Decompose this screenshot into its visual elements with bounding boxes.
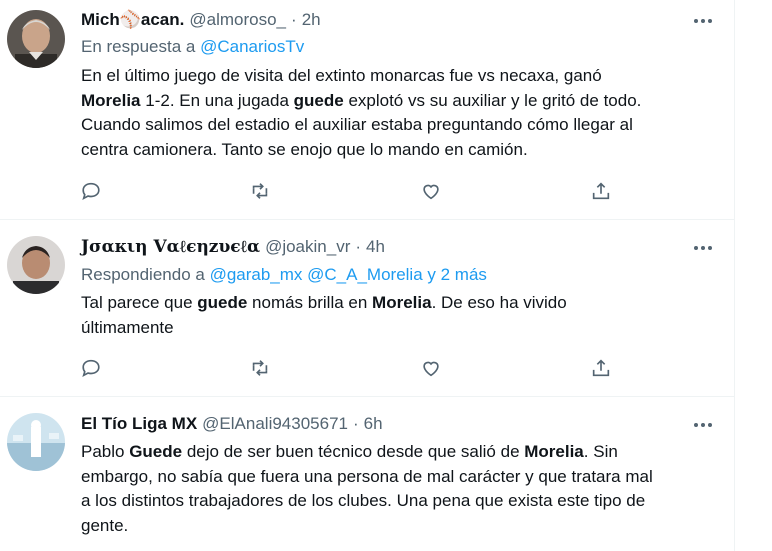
more-icon[interactable]	[690, 11, 716, 31]
tweet[interactable]: El Tío Liga MX @ElAnali94305671 · 6h Pab…	[0, 397, 734, 551]
text-fragment: explotó vs su auxiliar y le gritó de tod…	[343, 90, 642, 110]
text-line: Cuando salimos del estadio el auxiliar e…	[81, 115, 633, 134]
text-line: Tal parece que guede nomás brilla en Mor…	[81, 291, 721, 316]
text-fragment: Tal parece que	[81, 293, 198, 312]
share-icon[interactable]	[590, 180, 614, 204]
text-fragment: 1-2. En una jugada	[140, 90, 294, 110]
text-fragment: . De eso ha vivido	[431, 293, 567, 312]
text-line: a los distintos trabajadores de los club…	[81, 491, 646, 510]
highlight-term: guede	[197, 293, 248, 312]
separator-dot: ·	[355, 237, 362, 256]
text-line: gente.	[81, 515, 129, 535]
retweet-icon[interactable]	[249, 180, 273, 204]
reply-prefix: Respondiendo a	[81, 265, 205, 284]
tweet-header: Jσαкιη Vαℓєηzυєℓα @joakin_vr · 4h	[81, 237, 385, 261]
text-line: Pablo Guede dejo de ser buen técnico des…	[81, 440, 721, 465]
text-fragment: dejo de ser buen técnico desde que salió…	[182, 442, 525, 461]
text-line: centra camionera. Tanto se enojo que lo …	[81, 139, 528, 159]
user-handle[interactable]: @almoroso_	[189, 10, 286, 30]
reply-to-link[interactable]: @garab_mx @C_A_Morelia y 2 más	[210, 265, 487, 284]
text-fragment: Pablo	[81, 442, 130, 461]
tweet-header: Mich⚾acan. @almoroso_ · 2h	[81, 10, 321, 34]
reply-icon[interactable]	[80, 357, 104, 381]
timestamp[interactable]: 2h	[302, 10, 321, 30]
display-name[interactable]: Jσαкιη Vαℓєηzυєℓα	[81, 237, 260, 257]
share-icon[interactable]	[590, 357, 614, 381]
timestamp[interactable]: 6h	[364, 414, 383, 434]
retweet-icon[interactable]	[249, 357, 273, 381]
avatar[interactable]	[7, 236, 65, 294]
text-line: Morelia 1-2. En una jugada guede explotó…	[81, 89, 721, 114]
tweet-text: Pablo Guede dejo de ser buen técnico des…	[81, 440, 721, 538]
tweet[interactable]: Mich⚾acan. @almoroso_ · 2h En respuesta …	[0, 0, 734, 220]
separator-dot: ·	[352, 414, 359, 433]
like-icon[interactable]	[420, 180, 444, 204]
text-fragment: nomás brilla en	[247, 293, 373, 312]
text-line: embargo, no sabía que fuera una persona …	[81, 466, 653, 486]
more-icon[interactable]	[690, 238, 716, 258]
text-line: En el último juego de visita del extinto…	[81, 66, 602, 85]
display-name[interactable]: Mich⚾acan.	[81, 10, 184, 30]
reply-prefix: En respuesta a	[81, 37, 196, 56]
reply-to-link[interactable]: @CanariosTv	[200, 37, 304, 56]
like-icon[interactable]	[420, 357, 444, 381]
avatar[interactable]	[7, 413, 65, 471]
tweet-header: El Tío Liga MX @ElAnali94305671 · 6h	[81, 414, 383, 438]
user-handle[interactable]: @ElAnali94305671	[202, 414, 348, 434]
highlight-term: Morelia	[524, 442, 584, 461]
tweet[interactable]: Jσαкιη Vαℓєηzυєℓα @joakin_vr · 4h Respon…	[0, 220, 734, 397]
tweet-text: En el último juego de visita del extinto…	[81, 64, 721, 162]
text-fragment: . Sin	[583, 442, 618, 461]
user-handle[interactable]: @joakin_vr	[265, 237, 350, 257]
reply-icon[interactable]	[80, 180, 104, 204]
reply-context: En respuesta a @CanariosTv	[81, 37, 304, 57]
display-name[interactable]: El Tío Liga MX	[81, 414, 197, 434]
tweet-text: Tal parece que guede nomás brilla en Mor…	[81, 291, 721, 340]
more-icon[interactable]	[690, 415, 716, 435]
avatar[interactable]	[7, 10, 65, 68]
reply-context: Respondiendo a @garab_mx @C_A_Morelia y …	[81, 265, 487, 285]
timestamp[interactable]: 4h	[366, 237, 385, 257]
text-line: últimamente	[81, 317, 174, 337]
timeline: Mich⚾acan. @almoroso_ · 2h En respuesta …	[0, 0, 735, 551]
highlight-term: Morelia	[81, 90, 141, 110]
action-bar	[80, 180, 620, 204]
highlight-term: guede	[293, 90, 344, 110]
highlight-term: Morelia	[372, 293, 432, 312]
highlight-term: Guede	[129, 442, 183, 461]
separator-dot: ·	[291, 10, 297, 29]
action-bar	[80, 357, 620, 381]
